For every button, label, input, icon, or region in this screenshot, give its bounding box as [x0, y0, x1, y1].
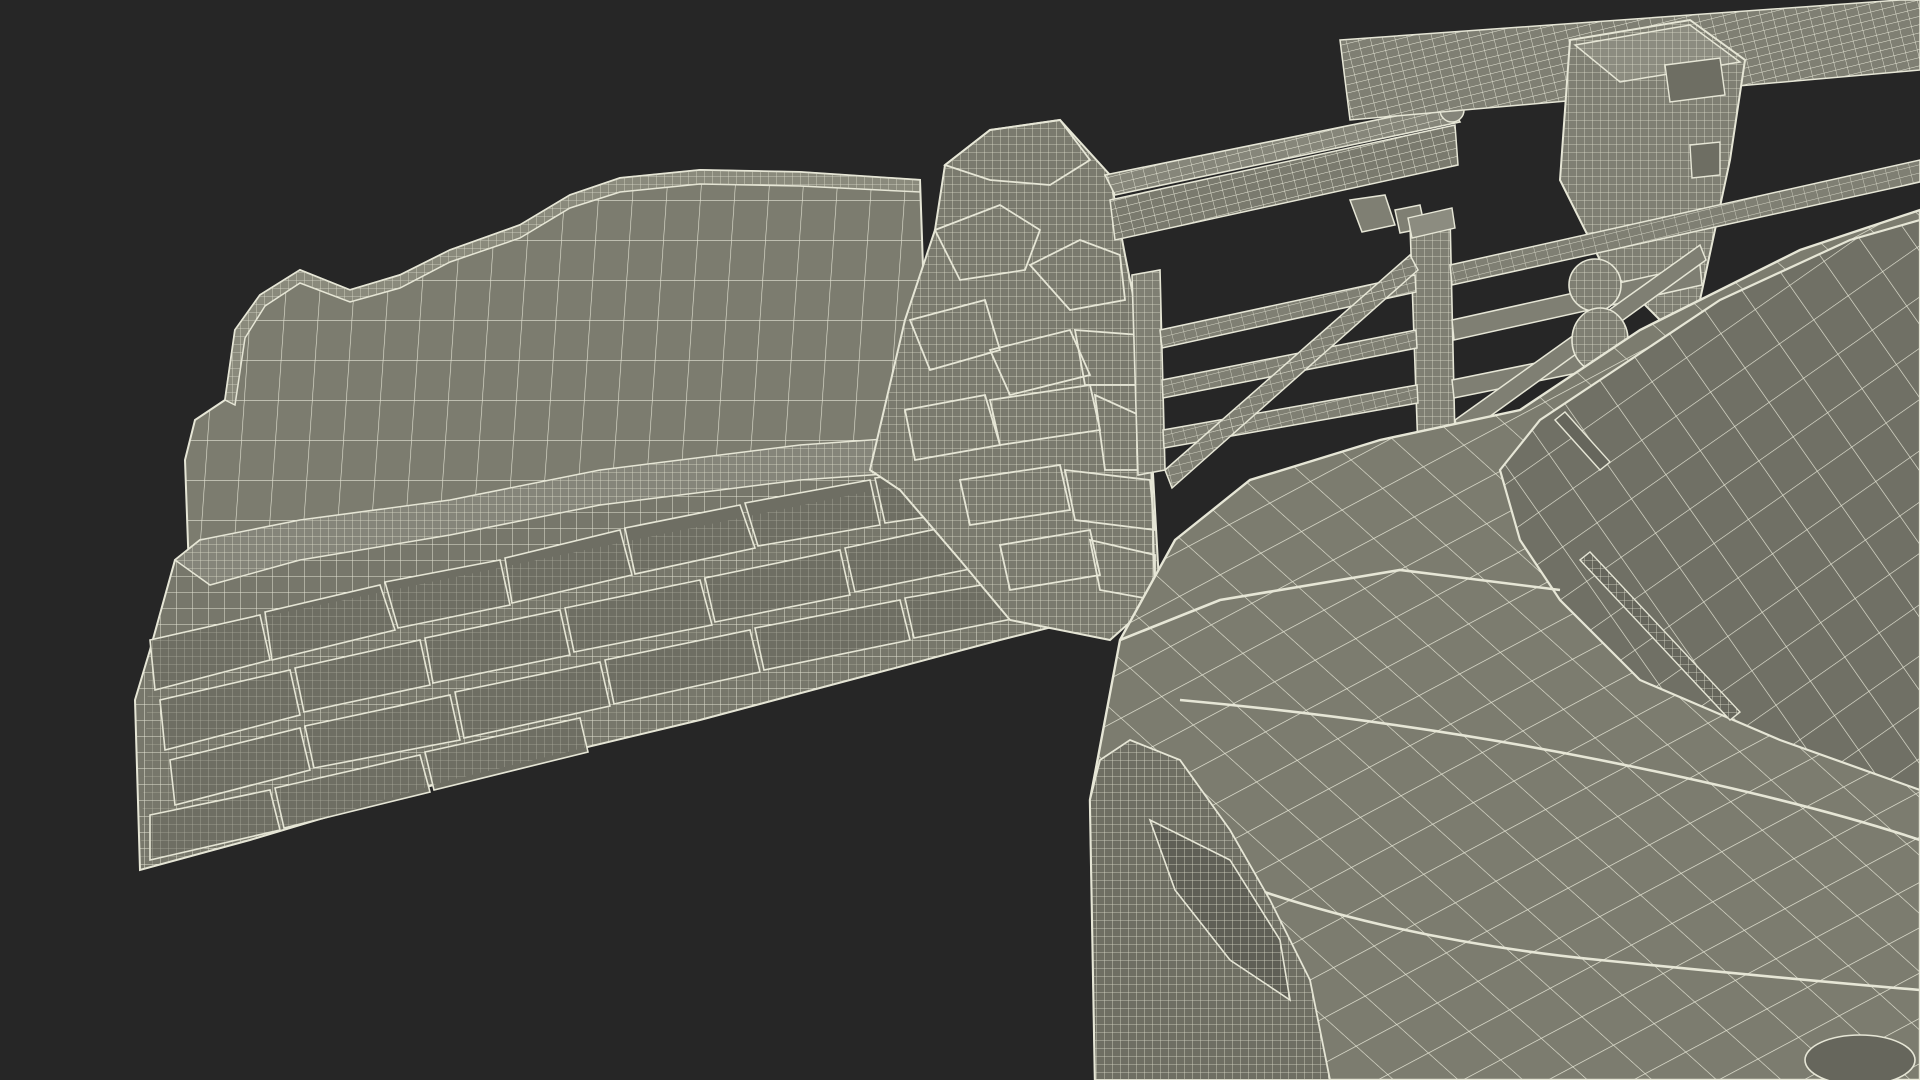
render-viewport	[0, 0, 1920, 1080]
wireframe-scene	[133, 0, 1920, 1080]
car-hood	[1088, 208, 1920, 1080]
